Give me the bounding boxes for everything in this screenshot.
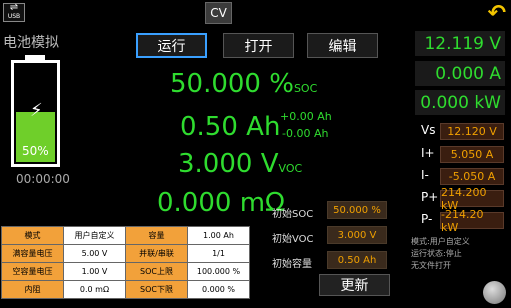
init-capacity-field[interactable]: 0.50 Ah [327,251,387,269]
param-key: SOC下限 [125,280,188,299]
rotary-knob[interactable] [483,281,506,304]
table-row: 空容量电压 1.00 V SOC上限 100.000 % [1,262,250,281]
param-key: SOC上限 [125,262,188,281]
table-row: 内阻 0.0 mΩ SOC下限 0.000 % [1,280,250,299]
param-value: 用户自定义 [63,226,126,245]
status-file: 无文件打开 [411,261,451,270]
limit-iminus-value[interactable]: -5.050 A [440,168,504,185]
update-button[interactable]: 更新 [319,274,390,296]
param-key: 空容量电压 [1,262,64,281]
limit-iminus-label: I- [421,168,429,182]
page-title: 电池模拟 [3,35,59,51]
limit-pminus-value[interactable]: -214.20 kW [440,208,504,234]
back-arrow-icon[interactable]: ↶ [488,3,506,25]
output-voltage: 12.119 V [415,31,505,56]
param-value: 100.000 % [187,262,250,281]
ah-value: 0.50 Ah [180,112,281,142]
tab-run[interactable]: 运行 [136,33,207,58]
param-value: 0.000 % [187,280,250,299]
resistance-value: 0.000 mΩ [157,188,285,218]
limit-pminus-label: P- [421,212,433,226]
table-row: 模式 用户自定义 容量 1.00 Ah [1,226,250,245]
init-voc-label: 初始VOC [272,234,314,245]
param-value: 1.00 Ah [187,226,250,245]
param-key: 容量 [125,226,188,245]
init-soc-label: 初始SOC [272,209,314,220]
param-value: 0.0 mΩ [63,280,126,299]
elapsed-timer: 00:00:00 [16,172,70,186]
init-soc-field[interactable]: 50.000 % [327,201,387,219]
lightning-icon: ⚡ [30,100,43,121]
voc-reading: 3.000 VVOC [178,149,302,179]
init-voc-field[interactable]: 3.000 V [327,226,387,244]
output-current: 0.000 A [415,61,505,86]
ah-plus: +0.00 Ah [280,110,332,123]
usb-label: USB [7,13,21,20]
limit-pplus-label: P+ [421,190,439,204]
limit-vs-value[interactable]: 12.120 V [440,123,504,140]
params-table: 模式 用户自定义 容量 1.00 Ah 满容量电压 5.00 V 并联/串联 1… [1,226,250,299]
param-value: 5.00 V [63,244,126,263]
usb-icon: ⇌ USB [3,3,25,22]
status-run: 运行状态:停止 [411,249,462,258]
param-value: 1.00 V [63,262,126,281]
soc-reading: 50.000 %SOC [170,69,317,99]
limit-iplus-label: I+ [421,146,435,160]
limit-pplus-value[interactable]: 214.200 kW [440,186,504,212]
voc-unit: VOC [278,162,303,175]
voc-value: 3.000 V [178,149,279,179]
output-power: 0.000 kW [415,90,505,115]
status-mode: 模式:用户自定义 [411,237,470,246]
limit-iplus-value[interactable]: 5.050 A [440,146,504,163]
ah-minus: -0.00 Ah [282,127,329,140]
init-capacity-label: 初始容量 [272,259,312,270]
param-value: 1/1 [187,244,250,263]
battery-percent: 50% [22,144,49,158]
param-key: 满容量电压 [1,244,64,263]
param-key: 并联/串联 [125,244,188,263]
tab-edit[interactable]: 编辑 [307,33,378,58]
table-row: 满容量电压 5.00 V 并联/串联 1/1 [1,244,250,263]
soc-value: 50.000 % [170,69,294,99]
mode-indicator[interactable]: CV [205,2,232,24]
soc-unit: SOC [293,82,318,95]
param-key: 模式 [1,226,64,245]
tab-open[interactable]: 打开 [223,33,294,58]
param-key: 内阻 [1,280,64,299]
limit-vs-label: Vs [421,123,436,137]
